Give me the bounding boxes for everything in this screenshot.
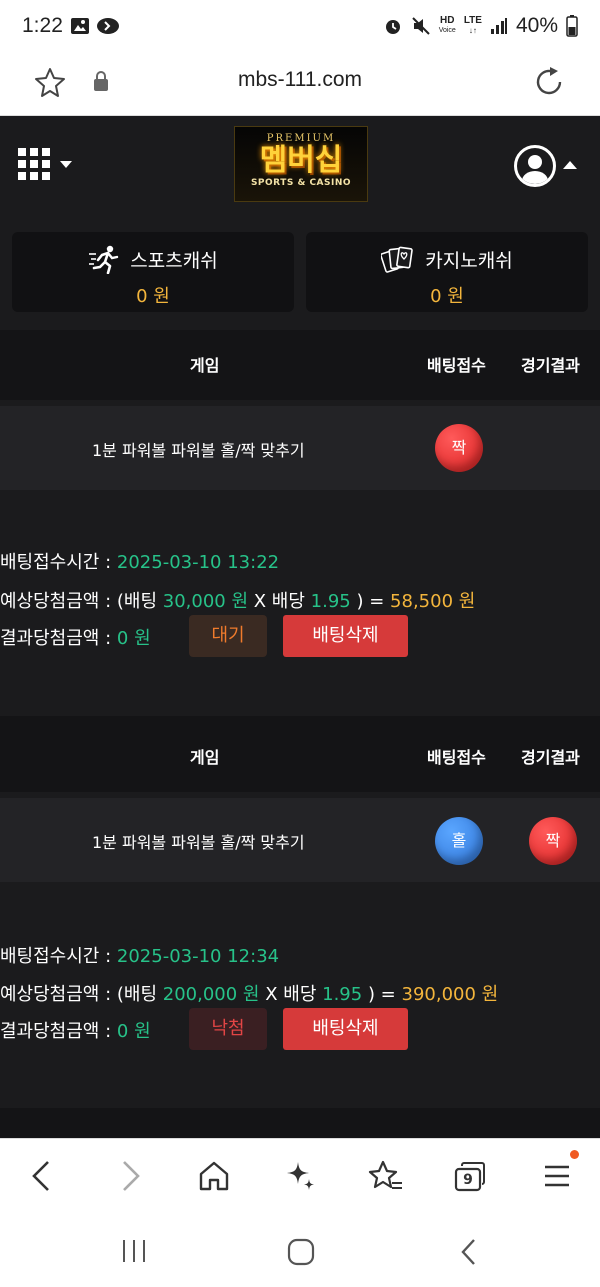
system-nav-bar (0, 1214, 600, 1287)
bet-pick-ball: 짝 (435, 424, 483, 472)
notification-icons (70, 16, 122, 36)
sports-cash-amount: 0 원 (136, 286, 170, 307)
bet-time-value: 2025-03-10 13:22 (116, 552, 280, 573)
battery-icon (566, 15, 578, 37)
bet-time-value: 2025-03-10 12:34 (116, 946, 280, 967)
delete-bet-button[interactable]: 배팅삭제 (283, 615, 408, 657)
expected-amount-line: 예상당첨금액 : (배팅 30,000 원 X 배당 1.95 ) = 58,5… (0, 591, 476, 612)
result-ball: 짝 (529, 817, 577, 865)
odds: 1.95 (310, 591, 351, 612)
column-result: 경기결과 (521, 748, 580, 767)
column-result: 경기결과 (521, 356, 580, 375)
browser-address-bar: mbs-111.com (0, 56, 600, 116)
chat-notification-icon (97, 18, 119, 34)
sparkle-icon[interactable] (284, 1159, 316, 1193)
result-amount-line: 결과당첨금액 : 0 원 (0, 1021, 151, 1042)
forward-icon[interactable] (116, 1159, 144, 1193)
status-time: 1:22 (22, 14, 63, 37)
bet-table-header: 게임 배팅접수 경기결과 (0, 716, 600, 792)
reload-icon[interactable] (532, 65, 566, 99)
user-menu-caret-icon[interactable] (563, 161, 577, 169)
bet-pick-ball: 홀 (435, 817, 483, 865)
running-person-icon (89, 245, 119, 274)
back-nav-icon[interactable] (458, 1238, 480, 1266)
system-status-bar: 1:22 HD Voice LTE ↓↑ 40% (0, 0, 600, 56)
delete-bet-button[interactable]: 배팅삭제 (283, 1008, 408, 1050)
recent-apps-icon[interactable] (120, 1238, 148, 1264)
home-nav-icon[interactable] (287, 1238, 315, 1266)
bet-status-badge: 대기 (189, 615, 267, 657)
bet-time-line: 배팅접수시간 : 2025-03-10 13:22 (0, 552, 280, 573)
expected-amount-line: 예상당첨금액 : (배팅 200,000 원 X 배당 1.95 ) = 390… (0, 984, 499, 1005)
gallery-notification-icon (71, 18, 89, 34)
tab-count: 9 (463, 1172, 473, 1188)
bet-amount: 30,000 원 (162, 591, 249, 612)
bet-status-badge: 낙첨 (189, 1008, 267, 1050)
mute-icon (411, 17, 430, 35)
system-icons: HD Voice LTE ↓↑ 40% (383, 14, 578, 38)
bet-row: 1분 파워볼 파워볼 홀/짝 맞추기 짝 (0, 406, 600, 490)
odds: 1.95 (322, 984, 363, 1005)
url-text[interactable]: mbs-111.com (0, 68, 600, 92)
game-name: 1분 파워볼 파워볼 홀/짝 맞추기 (92, 833, 305, 852)
result-amount-line: 결과당첨금액 : 0 원 (0, 628, 151, 649)
column-bet: 배팅접수 (427, 356, 486, 375)
notification-dot-icon (570, 1150, 579, 1159)
sports-cash-label: 스포츠캐쉬 (130, 249, 218, 272)
column-game: 게임 (190, 748, 220, 767)
hd-voice-indicator: HD Voice (438, 15, 456, 35)
next-section-header (0, 1108, 600, 1138)
back-icon[interactable] (28, 1159, 56, 1193)
column-bet: 배팅접수 (427, 748, 486, 767)
menu-grid-icon[interactable] (18, 148, 50, 180)
bet-amount: 200,000 원 (162, 984, 260, 1005)
casino-cash-label: 카지노캐쉬 (425, 249, 513, 272)
casino-cash-amount: 0 원 (430, 286, 464, 307)
playing-cards-icon (381, 246, 414, 273)
result-amount: 0 원 (116, 628, 151, 649)
menu-caret-icon[interactable] (60, 161, 72, 168)
site-logo[interactable]: PREMIUM 멤버십 SPORTS & CASINO (234, 126, 368, 202)
signal-icon (490, 18, 507, 34)
user-avatar-icon[interactable] (514, 145, 556, 187)
alarm-icon (385, 20, 400, 34)
battery-percent: 40% (515, 14, 558, 37)
game-name: 1분 파워볼 파워볼 홀/짝 맞추기 (92, 441, 305, 460)
home-icon[interactable] (197, 1159, 231, 1193)
browser-toolbar: 9 (0, 1138, 600, 1214)
menu-icon[interactable] (543, 1150, 579, 1193)
bet-table-header: 게임 배팅접수 경기결과 (0, 330, 600, 400)
bet-row: 1분 파워볼 파워볼 홀/짝 맞추기 홀 짝 (0, 798, 600, 882)
result-amount: 0 원 (116, 1021, 151, 1042)
lte-indicator: LTE ↓↑ (463, 15, 482, 36)
expected-amount: 58,500 원 (390, 591, 476, 612)
tabs-icon[interactable]: 9 (453, 1161, 487, 1193)
casino-cash-card[interactable]: 카지노캐쉬 0 원 (306, 232, 588, 312)
sports-cash-card[interactable]: 스포츠캐쉬 0 원 (12, 232, 294, 312)
column-game: 게임 (190, 356, 220, 375)
site-header: PREMIUM 멤버십 SPORTS & CASINO (0, 116, 600, 216)
bookmarks-icon[interactable] (368, 1159, 404, 1193)
expected-amount: 390,000 원 (401, 984, 499, 1005)
bet-time-line: 배팅접수시간 : 2025-03-10 12:34 (0, 946, 280, 967)
